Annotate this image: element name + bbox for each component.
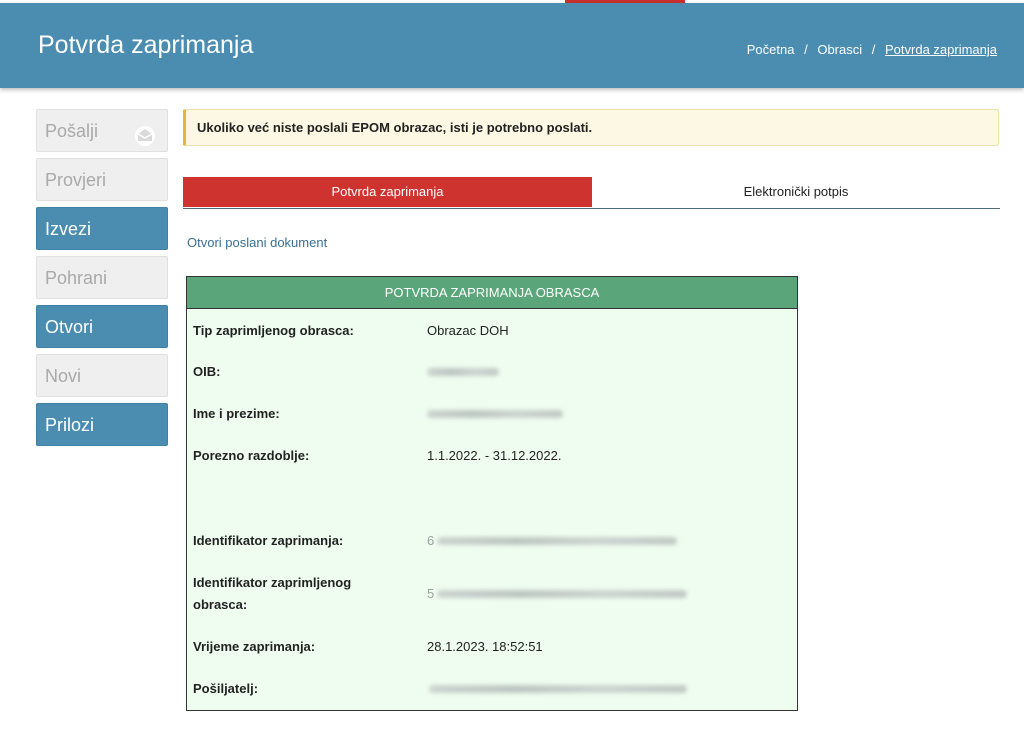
tax-period-value: 1.1.2022. - 31.12.2022. (427, 448, 562, 463)
tax-period-label: Porezno razdoblje: (193, 448, 310, 463)
tab-receipt-confirmation[interactable]: Potvrda zaprimanja (183, 177, 592, 207)
receipt-time-value: 28.1.2023. 18:52:51 (427, 639, 543, 654)
new-button-label: Novi (45, 366, 82, 386)
receipt-identifier-label: Identifikator zaprimanja: (193, 533, 344, 548)
receipt-identifier-value: 6 (427, 533, 435, 548)
send-button[interactable]: Pošalji (36, 109, 168, 152)
check-button-label: Provjeri (45, 170, 107, 190)
form-type-label: Tip zaprimljenog obrasca: (193, 323, 354, 338)
open-button[interactable]: Otvori (36, 305, 168, 348)
received-form-identifier-label: Identifikator zaprimljenog (193, 575, 352, 590)
breadcrumb-home[interactable]: Početna (747, 42, 795, 57)
breadcrumb-separator: / (871, 42, 876, 57)
send-mail-icon (133, 120, 157, 146)
send-button-label: Pošalji (45, 121, 99, 141)
receipt-panel: POTVRDA ZAPRIMANJA OBRASCA Tip zaprimlje… (186, 276, 798, 711)
export-button[interactable]: Izvezi (36, 207, 168, 250)
received-form-identifier-label-line2: obrasca: (193, 597, 248, 612)
received-form-identifier-redacted (437, 590, 687, 598)
tab-electronic-signature[interactable]: Elektronički potpis (592, 177, 1000, 207)
breadcrumb-separator: / (804, 42, 808, 57)
oib-label: OIB: (193, 364, 221, 379)
new-button[interactable]: Novi (36, 354, 168, 397)
receipt-identifier-redacted (437, 537, 677, 545)
attachments-button-label: Prilozi (45, 415, 95, 435)
receipt-time-label: Vrijeme zaprimanja: (193, 639, 316, 654)
sidebar: Pošalji Provjeri Izvezi Pohrani Otvori N… (36, 109, 168, 452)
save-button-label: Pohrani (45, 268, 108, 288)
oib-redacted-value (427, 368, 499, 376)
check-button[interactable]: Provjeri (36, 158, 168, 201)
breadcrumb-current[interactable]: Potvrda zaprimanja (885, 42, 997, 57)
open-sent-document-link[interactable]: Otvori poslani dokument (187, 235, 327, 250)
warning-alert: Ukoliko već niste poslali EPOM obrazac, … (183, 109, 999, 146)
receipt-panel-heading: POTVRDA ZAPRIMANJA OBRASCA (187, 277, 797, 309)
full-name-redacted-value (427, 410, 563, 418)
breadcrumb: Početna / Obrasci / Potvrda zaprimanja (747, 42, 997, 57)
export-button-label: Izvezi (45, 219, 92, 239)
form-type-value: Obrazac DOH (427, 323, 509, 338)
sender-label: Pošiljatelj: (193, 681, 259, 696)
page-header: Potvrda zaprimanja Početna / Obrasci / P… (0, 3, 1024, 88)
tab-bar: Potvrda zaprimanja Elektronički potpis (183, 177, 1000, 209)
full-name-label: Ime i prezime: (193, 406, 280, 421)
page-title: Potvrda zaprimanja (38, 31, 254, 59)
attachments-button[interactable]: Prilozi (36, 403, 168, 446)
open-button-label: Otvori (45, 317, 94, 337)
sender-redacted-value (429, 685, 687, 693)
save-button[interactable]: Pohrani (36, 256, 168, 299)
breadcrumb-forms[interactable]: Obrasci (817, 42, 862, 57)
received-form-identifier-value: 5 (427, 586, 435, 601)
